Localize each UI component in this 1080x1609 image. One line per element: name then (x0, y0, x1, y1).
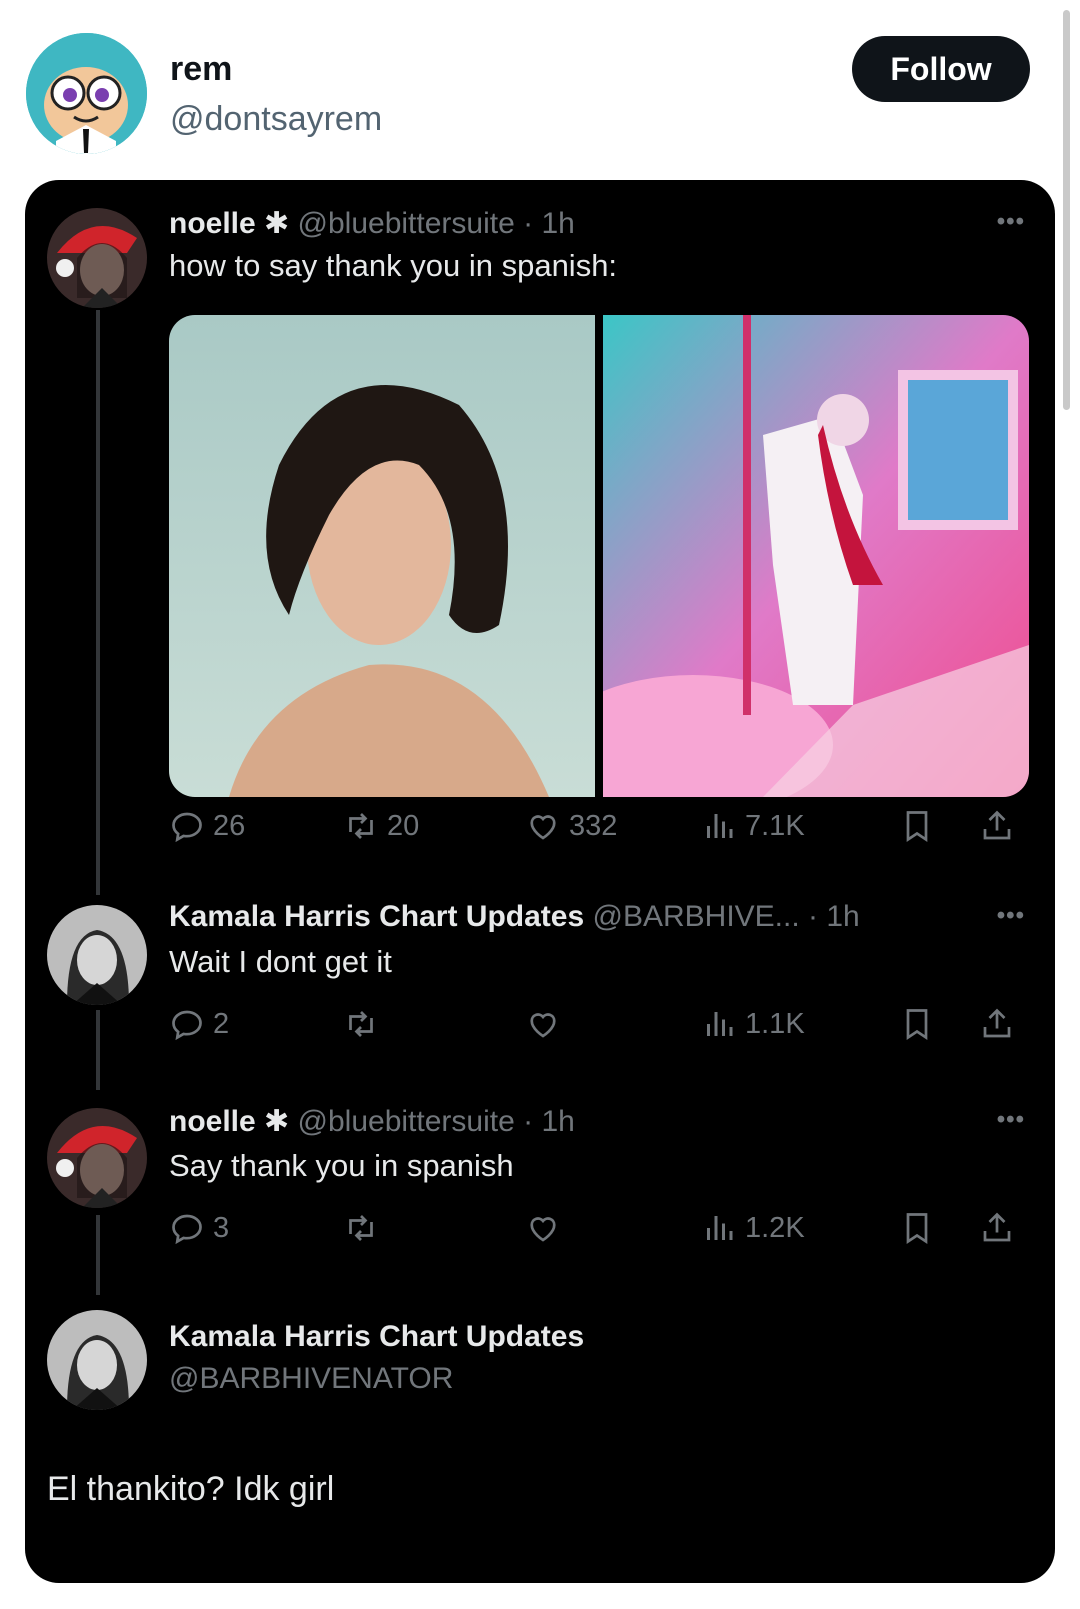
avatar[interactable] (47, 905, 147, 1005)
reply-count: 3 (213, 1211, 230, 1244)
reply-count: 26 (213, 809, 246, 842)
bookmark-button[interactable] (899, 1206, 935, 1250)
tweet-media[interactable] (169, 315, 1029, 797)
reply-count: 2 (213, 1007, 230, 1040)
views-count: 7.1K (745, 809, 805, 842)
views-button[interactable]: 1.1K (701, 1002, 805, 1046)
share-icon (983, 1008, 1011, 1038)
bookmark-icon (906, 811, 928, 843)
tweet-author-handle[interactable]: @bluebittersuite (298, 1105, 515, 1138)
reply-button[interactable]: 3 (169, 1206, 229, 1250)
reply-icon (172, 1010, 202, 1041)
views-count: 1.2K (745, 1211, 805, 1244)
tweet-actions: 26 20 332 7.1K (169, 804, 1039, 848)
author-handle[interactable]: @dontsayrem (170, 100, 382, 139)
avatar-image (47, 1310, 147, 1410)
retweet-button[interactable] (343, 1206, 379, 1250)
tweet-time[interactable]: · 1h (523, 1105, 575, 1138)
post-header: rem @dontsayrem Follow (0, 0, 1080, 410)
tweet-meta: noelle ✱ @bluebittersuite · 1h (169, 206, 575, 241)
tweet-meta: Kamala Harris Chart Updates @BARBHIVE...… (169, 900, 860, 934)
thread-line (96, 1010, 100, 1090)
photo-album-cover[interactable] (603, 315, 1029, 797)
scrollbar[interactable] (1063, 10, 1070, 410)
avatar[interactable] (47, 208, 147, 308)
reply-author-handle[interactable]: @BARBHIVENATOR (169, 1362, 453, 1396)
reply-button[interactable]: 2 (169, 1002, 229, 1046)
bookmark-button[interactable] (899, 804, 935, 848)
retweet-button[interactable] (343, 1002, 379, 1046)
views-button[interactable]: 7.1K (701, 804, 805, 848)
reply-text: El thankito? Idk girl (47, 1470, 335, 1508)
share-icon (983, 1212, 1011, 1242)
views-icon (707, 814, 733, 838)
badge-icon: ✱ (264, 207, 290, 240)
tweet-actions: 3 1.2K (169, 1206, 1039, 1250)
tweet-author-name[interactable]: noelle (169, 207, 256, 240)
reply-icon (172, 812, 202, 843)
tweet-actions: 2 1.1K (169, 1002, 1039, 1046)
like-button[interactable] (525, 1002, 561, 1046)
avatar-image (47, 905, 147, 1005)
like-count: 332 (569, 809, 618, 842)
retweet-count: 20 (387, 809, 420, 842)
profile-avatar[interactable] (26, 33, 147, 154)
cartoon-avatar-image (26, 33, 147, 154)
retweet-icon (349, 813, 373, 839)
tweet-time[interactable]: · 1h (808, 900, 860, 933)
avatar-image (47, 208, 147, 308)
badge-icon: ✱ (264, 1105, 290, 1138)
more-icon[interactable]: ••• (997, 208, 1025, 236)
views-icon (707, 1216, 733, 1240)
avatar[interactable] (47, 1108, 147, 1208)
avatar-image (47, 1108, 147, 1208)
share-icon (983, 810, 1011, 840)
heart-icon (530, 815, 556, 840)
retweet-button[interactable]: 20 (343, 804, 419, 848)
share-button[interactable] (979, 804, 1015, 848)
tweet-text: Say thank you in spanish (169, 1148, 514, 1183)
avatar[interactable] (47, 1310, 147, 1410)
tweet-text: Wait I dont get it (169, 944, 392, 979)
views-icon (707, 1012, 733, 1036)
views-count: 1.1K (745, 1007, 805, 1040)
heart-icon (530, 1013, 556, 1038)
views-button[interactable]: 1.2K (701, 1206, 805, 1250)
more-icon[interactable]: ••• (997, 902, 1025, 930)
retweet-icon (349, 1215, 373, 1241)
reply-author-name[interactable]: Kamala Harris Chart Updates (169, 1320, 584, 1354)
share-button[interactable] (979, 1002, 1015, 1046)
like-button[interactable]: 332 (525, 804, 617, 848)
share-button[interactable] (979, 1206, 1015, 1250)
thread-line (96, 1215, 100, 1295)
tweet-author-handle[interactable]: @BARBHIVE... (593, 900, 800, 933)
tweet-text: how to say thank you in spanish: (169, 248, 618, 283)
tweet-author-handle[interactable]: @bluebittersuite (298, 207, 515, 240)
like-button[interactable] (525, 1206, 561, 1250)
bookmark-icon (906, 1213, 928, 1245)
reply-icon (172, 1214, 202, 1245)
tweet-time[interactable]: · 1h (523, 207, 575, 240)
follow-button[interactable]: Follow (852, 36, 1030, 102)
retweet-icon (349, 1011, 373, 1037)
tweet-author-name[interactable]: noelle (169, 1105, 256, 1138)
photo-woman-portrait[interactable] (169, 315, 595, 797)
bookmark-button[interactable] (899, 1002, 935, 1046)
tweet-author-name[interactable]: Kamala Harris Chart Updates (169, 900, 584, 933)
bookmark-icon (906, 1009, 928, 1041)
embedded-thread-card: noelle ✱ @bluebittersuite · 1h ••• how t… (25, 180, 1055, 1583)
author-name[interactable]: rem (170, 50, 232, 89)
thread-line (96, 310, 100, 895)
reply-button[interactable]: 26 (169, 804, 245, 848)
tweet-meta: noelle ✱ @bluebittersuite · 1h (169, 1104, 575, 1139)
heart-icon (530, 1217, 556, 1242)
more-icon[interactable]: ••• (997, 1106, 1025, 1134)
